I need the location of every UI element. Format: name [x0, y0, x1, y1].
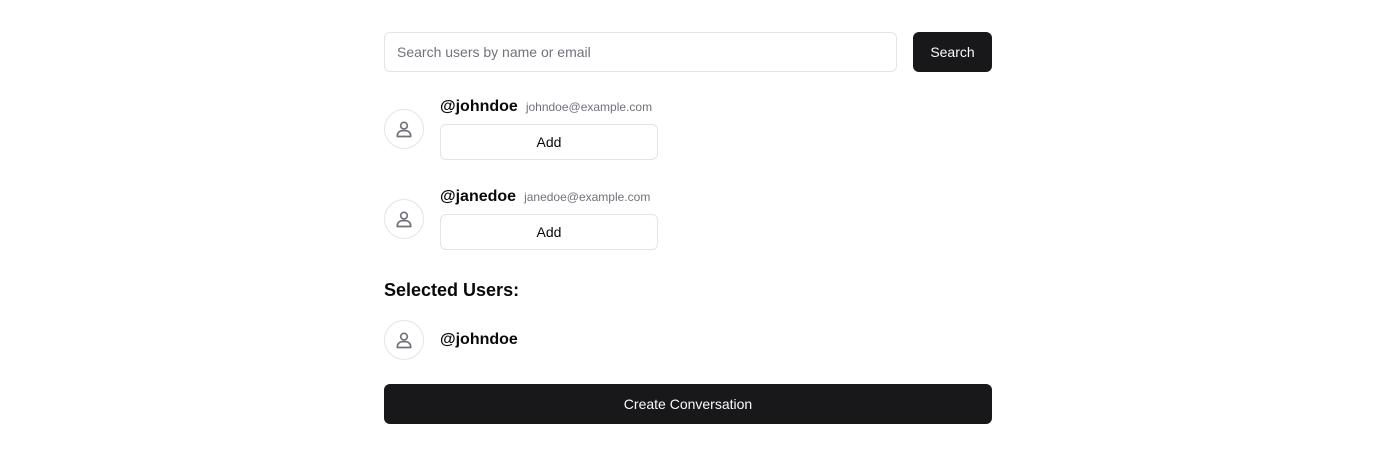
search-button[interactable]: Search	[913, 32, 992, 72]
avatar	[384, 109, 424, 149]
user-icon	[396, 121, 412, 138]
user-email: johndoe@example.com	[525, 100, 653, 114]
create-conversation-button[interactable]: Create Conversation	[384, 384, 992, 424]
search-input[interactable]	[384, 32, 897, 72]
search-results: @johndoe johndoe@example.com Add @janedo…	[384, 96, 992, 252]
username: @johndoe	[440, 331, 518, 348]
selected-users-title: Selected Users:	[384, 280, 520, 300]
user-icon	[396, 332, 412, 349]
selected-users-list: @johndoe	[384, 320, 992, 360]
username: @janedoe	[440, 188, 517, 205]
user-info: @johndoe johndoe@example.com Add	[440, 98, 658, 160]
list-item: @johndoe johndoe@example.com Add	[384, 96, 992, 162]
add-user-button[interactable]: Add	[440, 124, 658, 160]
username: @johndoe	[440, 98, 518, 115]
user-info: @janedoe janedoe@example.com Add	[440, 188, 658, 250]
add-user-button[interactable]: Add	[440, 214, 658, 250]
user-icon	[396, 211, 412, 228]
new-conversation-panel: Search @johndoe johndoe@example.com Add	[384, 32, 992, 424]
user-name-line: @janedoe janedoe@example.com	[440, 188, 658, 210]
list-item: @janedoe janedoe@example.com Add	[384, 186, 992, 252]
search-bar: Search	[384, 32, 992, 72]
user-email: janedoe@example.com	[524, 190, 651, 204]
selected-user-item: @johndoe	[384, 320, 992, 360]
user-name-line: @johndoe johndoe@example.com	[440, 98, 658, 120]
avatar	[384, 199, 424, 239]
avatar	[384, 320, 424, 360]
